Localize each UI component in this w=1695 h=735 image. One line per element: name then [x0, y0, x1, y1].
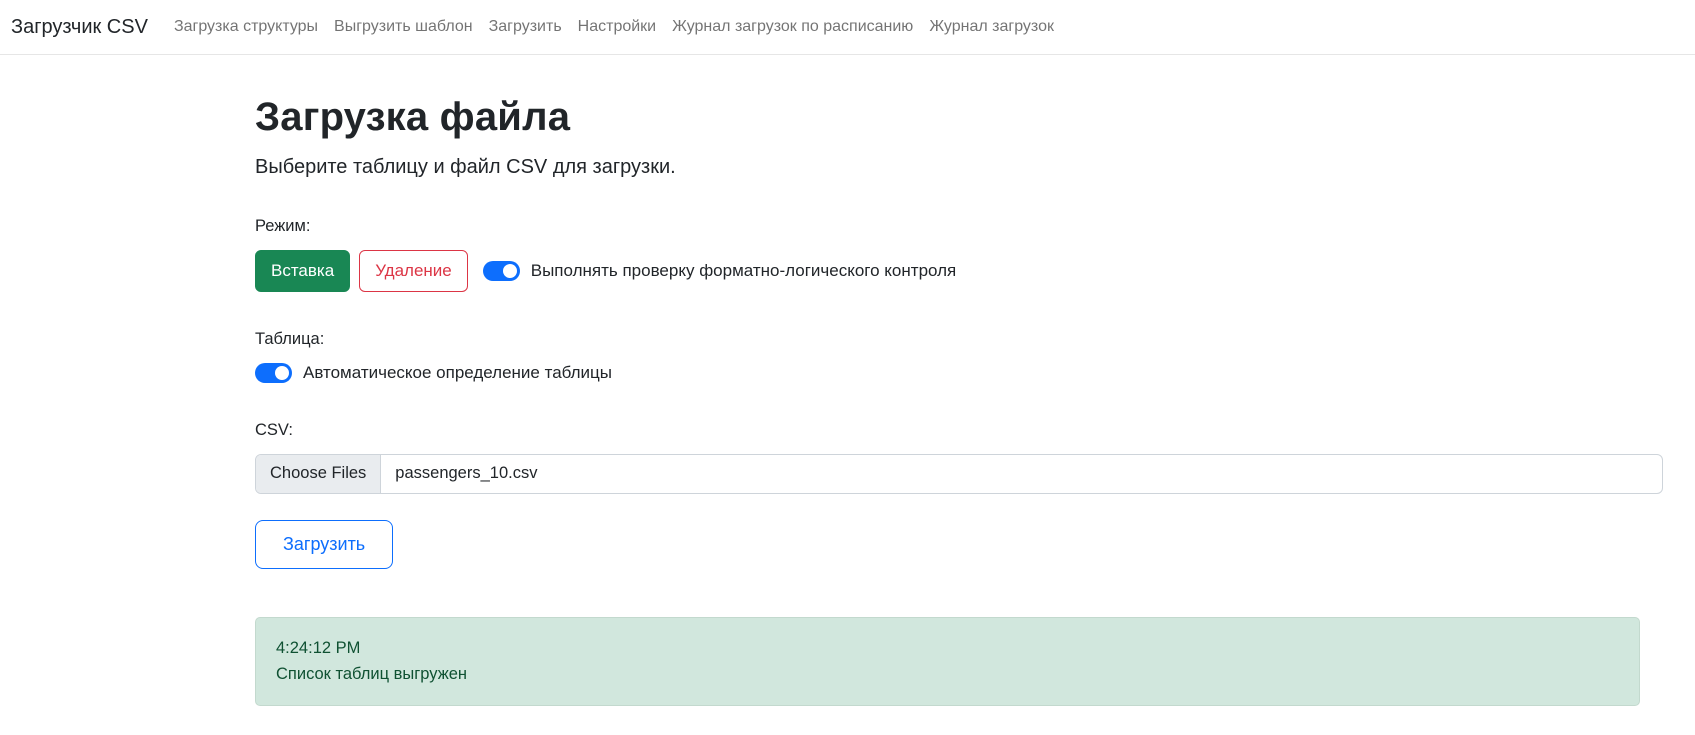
upload-row: Загрузить	[255, 519, 1663, 569]
nav-item-export-template[interactable]: Выгрузить шаблон	[326, 10, 481, 44]
insert-mode-button[interactable]: Вставка	[255, 250, 351, 292]
csv-label: CSV:	[255, 420, 293, 439]
nav-item-scheduled-upload-log[interactable]: Журнал загрузок по расписанию	[664, 10, 921, 44]
log-timestamp: 4:24:12 PM	[276, 638, 361, 657]
choose-files-button[interactable]: Choose Files	[256, 454, 382, 493]
log-message: Список таблиц выгружен	[276, 665, 468, 684]
nav-links: Загрузка структуры Выгрузить шаблон Загр…	[166, 10, 1062, 44]
flc-check-toggle-label[interactable]: Выполнять проверку форматно-логического …	[531, 261, 956, 281]
main-content: Загрузка файла Выберите таблицу и файл C…	[255, 95, 1663, 706]
page-subtitle: Выберите таблицу и файл CSV для загрузки…	[255, 156, 676, 178]
toggle-knob-icon	[275, 365, 289, 380]
delete-mode-button[interactable]: Удаление	[359, 250, 468, 292]
app-brand[interactable]: Загрузчик CSV	[11, 16, 148, 39]
top-navbar: Загрузчик CSV Загрузка структуры Выгрузи…	[0, 0, 1695, 55]
upload-button[interactable]: Загрузить	[255, 519, 394, 569]
auto-table-toggle[interactable]	[255, 362, 292, 383]
table-label: Таблица:	[255, 329, 325, 348]
nav-item-upload-log[interactable]: Журнал загрузок	[921, 10, 1062, 44]
csv-file-input[interactable]: Choose Files passengers_10.csv	[255, 453, 1663, 494]
table-controls-row: Автоматическое определение таблицы	[255, 362, 1663, 383]
selected-file-name: passengers_10.csv	[395, 464, 538, 483]
toggle-knob-icon	[502, 263, 517, 278]
nav-item-upload[interactable]: Загрузить	[481, 10, 570, 44]
auto-table-toggle-label[interactable]: Автоматическое определение таблицы	[303, 363, 612, 383]
mode-label: Режим:	[255, 217, 311, 235]
nav-item-settings[interactable]: Настройки	[570, 10, 664, 44]
success-log-alert: 4:24:12 PM Список таблиц выгружен	[255, 616, 1640, 706]
flc-check-toggle[interactable]	[482, 260, 520, 281]
nav-item-structure-upload[interactable]: Загрузка структуры	[166, 10, 326, 44]
page-title: Загрузка файла	[255, 95, 571, 139]
mode-controls-row: Вставка Удаление Выполнять проверку форм…	[255, 250, 1663, 292]
